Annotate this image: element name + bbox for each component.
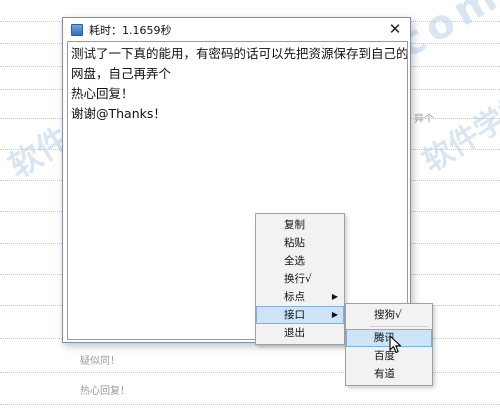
close-button[interactable]: ✕ [380,18,410,40]
background-footer-text: 疑似同！ [80,356,120,367]
menu-item-label: 全选 [284,255,305,267]
menu-item-paste[interactable]: 粘贴 [256,234,344,252]
submenu-arrow-icon: ▶ [331,292,338,301]
title-bar[interactable]: 耗时：1.1659秒 ✕ [63,18,410,41]
text-line: 网盘，自己再弄个 [71,66,172,81]
rule-line [0,404,500,405]
mouse-cursor-icon [389,335,402,354]
submenu-arrow-icon: ▶ [331,310,338,319]
submenu-item-youdao[interactable]: 有道 [346,365,432,383]
menu-item-label: 换行√ [284,273,312,285]
menu-item-label: 有道 [374,368,395,380]
context-menu: 复制 粘贴 全选 换行√ 标点 ▶ 接口 ▶ 退出 [255,213,345,345]
menu-item-punctuation[interactable]: 标点 ▶ [256,288,344,306]
text-line: 测试了一下真的能用，有密码的话可以先把资源保存到自己的 [71,46,408,61]
menu-separator [370,326,428,327]
text-line: 热心回复！ [71,86,134,101]
background-footer-text: 热心回复！ [80,386,130,397]
menu-item-label: 标点 [284,291,305,303]
window-title: 耗时：1.1659秒 [89,23,172,37]
submenu-item-sogou[interactable]: 搜狗√ [346,306,432,324]
menu-item-select-all[interactable]: 全选 [256,252,344,270]
menu-item-label: 搜狗√ [374,309,402,321]
menu-item-label: 粘贴 [284,237,305,249]
menu-item-exit[interactable]: 退出 [256,324,344,342]
menu-item-label: 接口 [284,309,305,321]
text-line: 谢谢@Thanks！ [71,106,166,121]
menu-item-interface[interactable]: 接口 ▶ [256,306,344,324]
menu-item-copy[interactable]: 复制 [256,216,344,234]
result-window: 耗时：1.1659秒 ✕ 测试了一下真的能用，有密码的话可以先把资源保存到自己的… [62,17,411,343]
app-icon [71,23,83,36]
result-textarea[interactable]: 测试了一下真的能用，有密码的话可以先把资源保存到自己的 网盘，自己再弄个 热心回… [67,41,408,340]
background-peek-text: 异个 [414,114,434,125]
menu-item-wrap[interactable]: 换行√ [256,270,344,288]
menu-item-label: 退出 [284,327,305,339]
menu-item-label: 复制 [284,219,305,231]
